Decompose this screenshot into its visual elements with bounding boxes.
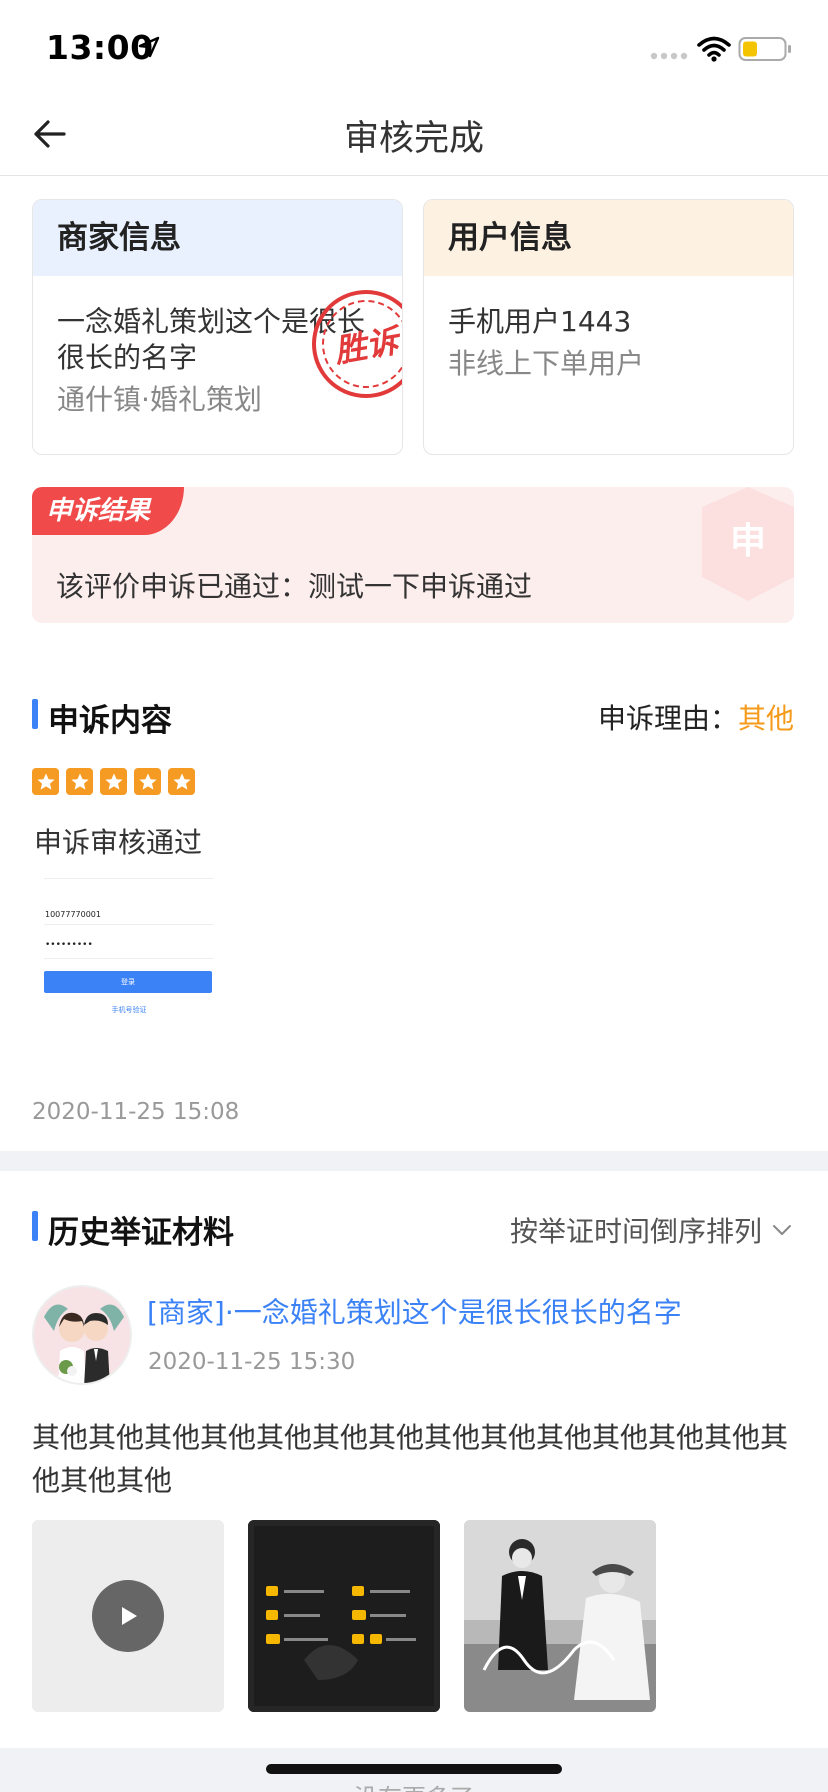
appeal-section-title: 申诉内容: [32, 695, 172, 740]
shield-icon: 申: [702, 487, 794, 601]
chevron-down-icon: [773, 1225, 791, 1235]
thumb-divider: [44, 924, 214, 925]
signal-icon: [650, 52, 688, 60]
merchant-avatar[interactable]: [32, 1285, 132, 1385]
merchant-card-header: 商家信息: [33, 200, 402, 276]
star-icon: [66, 768, 93, 795]
user-info-card[interactable]: 用户信息 手机用户1443 非线上下单用户: [423, 199, 794, 455]
location-arrow-icon: [138, 36, 160, 58]
merchant-info-card[interactable]: 商家信息 一念婚礼策划这个是很长很长的名字 通什镇·婚礼策划 胜诉: [32, 199, 403, 455]
shortcut-screenshot-image: [248, 1520, 440, 1712]
appeal-reason: 申诉理由：其他: [598, 697, 794, 737]
appeal-text: 申诉审核通过: [34, 826, 203, 859]
star-icon: [100, 768, 127, 795]
thumb-divider: [44, 878, 214, 879]
appeal-timestamp: 2020-11-25 15:08: [32, 1099, 240, 1125]
status-bar: 13:00: [0, 0, 828, 96]
nav-bar: 审核完成: [0, 96, 828, 176]
star-icon: [168, 768, 195, 795]
thumb-password: •••••••••: [45, 940, 93, 950]
thumb-login-button: 登录: [44, 971, 212, 993]
star-icon: [134, 768, 161, 795]
appeal-screenshot-thumbnail[interactable]: 10077770001 ••••••••• 登录 手机号验证: [40, 874, 218, 1024]
evidence-video[interactable]: [32, 1520, 224, 1712]
shield-badge-text: 申: [730, 521, 766, 562]
evidence-text: 其他其他其他其他其他其他其他其他其他其他其他其他其他其他其他其他: [32, 1421, 789, 1497]
evidence-image-shortcuts[interactable]: [248, 1520, 440, 1712]
thumb-divider: [44, 958, 214, 959]
thumb-account: 10077770001: [45, 910, 101, 919]
result-text: 该评价申诉已通过：测试一下申诉通过: [56, 570, 533, 603]
user-type: 非线上下单用户: [448, 347, 645, 380]
merchant-category: 通什镇·婚礼策划: [57, 383, 262, 416]
page-title: 审核完成: [343, 119, 484, 159]
sort-dropdown-label: 按举证时间倒序排列: [509, 1215, 762, 1248]
sort-dropdown[interactable]: 按举证时间倒序排列: [510, 1210, 792, 1250]
no-more-text: 没有更多了: [0, 1778, 828, 1792]
wedding-photo-image: [464, 1520, 656, 1712]
appeal-result-card: 申诉结果 该评价申诉已通过：测试一下申诉通过 申: [32, 487, 794, 623]
rating-stars: [32, 768, 195, 795]
win-stamp-text: 胜诉: [331, 321, 402, 371]
thumb-phone-verify-link: 手机号验证: [111, 1006, 147, 1014]
battery-icon: [738, 37, 791, 61]
evidence-timestamp: 2020-11-25 15:30: [148, 1349, 356, 1375]
evidence-author[interactable]: [商家]·一念婚礼策划这个是很长很长的名字: [147, 1291, 682, 1331]
star-icon: [32, 768, 59, 795]
couple-avatar-icon: [34, 1287, 130, 1383]
play-icon: [122, 1607, 137, 1625]
home-indicator[interactable]: [266, 1764, 562, 1774]
user-name: 手机用户1443: [448, 305, 632, 338]
evidence-image-wedding-photo[interactable]: [464, 1520, 656, 1712]
section-divider: [0, 1151, 828, 1171]
appeal-reason-value: 其他: [737, 702, 794, 735]
wifi-icon: [697, 36, 731, 62]
user-card-header: 用户信息: [424, 200, 793, 276]
history-section-title: 历史举证材料: [32, 1207, 234, 1252]
result-tag: 申诉结果: [32, 487, 184, 535]
appeal-reason-label: 申诉理由：: [597, 702, 738, 735]
play-button[interactable]: [92, 1580, 164, 1652]
